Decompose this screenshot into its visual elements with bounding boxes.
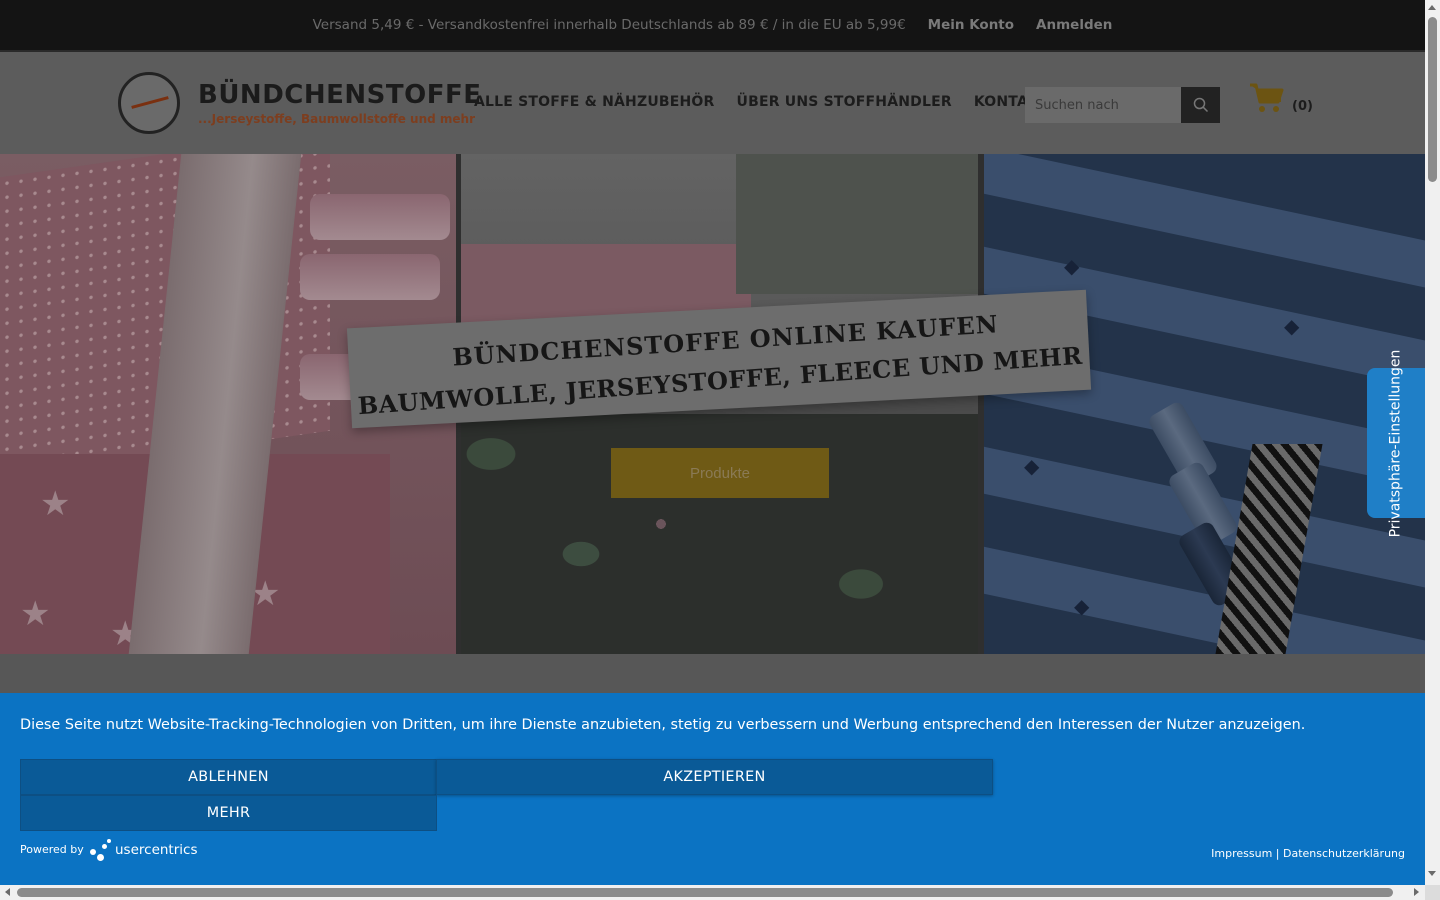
- privacy-settings-tab[interactable]: Privatsphäre-Einstellungen: [1367, 349, 1425, 537]
- site-logo[interactable]: BÜNDCHENSTOFFE ...Jerseystoffe, Baumwoll…: [118, 70, 481, 136]
- search-input[interactable]: [1025, 87, 1181, 123]
- usercentrics-wordmark: usercentrics: [115, 842, 198, 858]
- shopping-cart-icon: [1250, 83, 1284, 112]
- cart-count: (0): [1292, 98, 1313, 114]
- accept-button[interactable]: AKZEPTIEREN: [436, 759, 993, 795]
- search-box: [1025, 87, 1220, 123]
- powered-by-label: Powered by: [20, 843, 84, 856]
- horizontal-scrollbar[interactable]: [0, 885, 1425, 900]
- search-icon: [1193, 97, 1208, 113]
- privacy-policy-link[interactable]: Datenschutzerklärung: [1283, 847, 1405, 860]
- my-account-link[interactable]: Mein Konto: [928, 17, 1014, 33]
- cookie-message: Diese Seite nutzt Website-Tracking-Techn…: [20, 717, 1306, 733]
- horizontal-scroll-thumb[interactable]: [17, 888, 1393, 897]
- scroll-up-arrow-icon[interactable]: [1428, 5, 1436, 10]
- vertical-scrollbar[interactable]: [1425, 0, 1440, 885]
- nav-all-fabrics[interactable]: ALLE STOFFE & NÄHZUBEHÖR: [474, 94, 715, 110]
- search-button[interactable]: [1181, 87, 1220, 123]
- sewing-machine-emblem-icon: [118, 72, 180, 134]
- vertical-scroll-thumb[interactable]: [1428, 17, 1437, 182]
- hero-banner: ★ ★ ★ ★ ★ ◆ ◆ ◆ ◆ BÜNDCHENSTOFFE ONLINE …: [0, 154, 1425, 654]
- logo-title: BÜNDCHENSTOFFE: [198, 80, 482, 110]
- legal-links: Impressum | Datenschutzerklärung: [1211, 847, 1405, 860]
- privacy-settings-label: Privatsphäre-Einstellungen: [1387, 349, 1404, 537]
- imprint-link[interactable]: Impressum: [1211, 847, 1272, 860]
- scrollbar-corner: [1425, 885, 1440, 900]
- login-link[interactable]: Anmelden: [1036, 17, 1112, 33]
- content-strip: [0, 654, 1425, 694]
- cart[interactable]: (0): [1248, 82, 1313, 114]
- scroll-left-arrow-icon[interactable]: [5, 888, 10, 896]
- shipping-info: Versand 5,49 € - Versandkostenfrei inner…: [312, 17, 906, 33]
- nav-about-us[interactable]: ÜBER UNS STOFFHÄNDLER: [737, 94, 952, 110]
- top-bar: Versand 5,49 € - Versandkostenfrei inner…: [0, 0, 1425, 52]
- logo-subtitle: ...Jerseystoffe, Baumwollstoffe und mehr: [198, 112, 475, 126]
- link-separator: |: [1275, 847, 1280, 860]
- hero-image-whale-fabrics: ◆ ◆ ◆ ◆: [984, 154, 1425, 654]
- scroll-right-arrow-icon[interactable]: [1414, 888, 1419, 896]
- site-header: BÜNDCHENSTOFFE ...Jerseystoffe, Baumwoll…: [0, 52, 1425, 154]
- decline-button[interactable]: ABLEHNEN: [20, 759, 437, 795]
- main-nav: ALLE STOFFE & NÄHZUBEHÖR ÜBER UNS STOFFH…: [474, 94, 1049, 110]
- more-button[interactable]: MEHR: [20, 795, 437, 831]
- cookie-consent-banner: Diese Seite nutzt Website-Tracking-Techn…: [0, 693, 1425, 885]
- usercentrics-logo: usercentrics: [90, 839, 197, 861]
- products-button[interactable]: Produkte: [611, 448, 829, 498]
- scroll-down-arrow-icon[interactable]: [1428, 871, 1436, 876]
- usercentrics-dots-icon: [90, 839, 112, 861]
